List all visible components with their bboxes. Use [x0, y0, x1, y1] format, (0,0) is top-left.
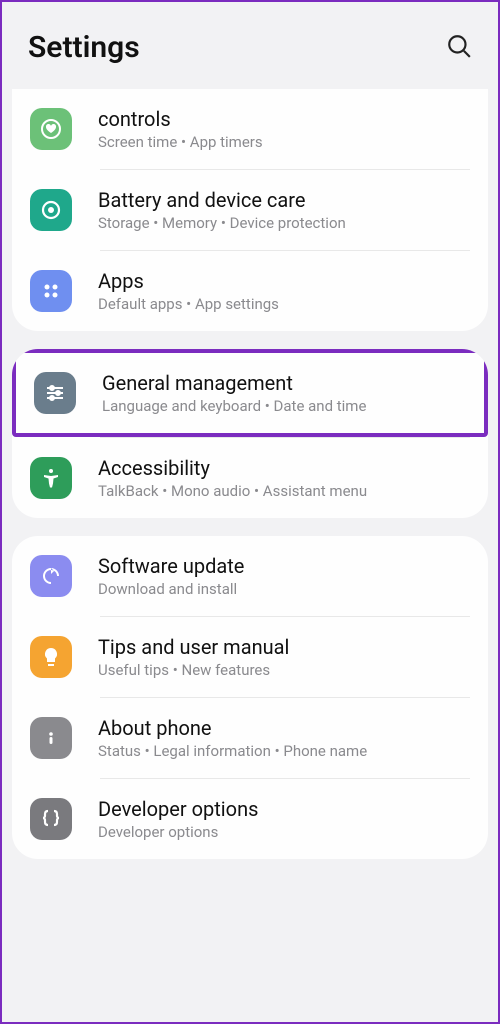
battery-care-icon [30, 189, 72, 231]
settings-group: Software update Download and install Tip… [12, 536, 488, 859]
item-text: General management Language and keyboard… [102, 371, 470, 415]
item-text: Battery and device care Storage • Memory… [98, 188, 474, 232]
settings-item-apps[interactable]: Apps Default apps • App settings [12, 251, 488, 331]
item-title: Accessibility [98, 456, 474, 480]
settings-group: controls Screen time • App timers Batter… [12, 89, 488, 331]
search-button[interactable] [446, 33, 472, 63]
header: Settings [2, 2, 498, 83]
braces-icon [30, 798, 72, 840]
info-icon [30, 717, 72, 759]
item-subtitle: Developer options [98, 823, 474, 841]
accessibility-icon [30, 457, 72, 499]
lightbulb-icon [30, 636, 72, 678]
sliders-icon [34, 372, 76, 414]
item-text: Accessibility TalkBack • Mono audio • As… [98, 456, 474, 500]
item-title: controls [98, 107, 474, 131]
item-subtitle: Screen time • App timers [98, 133, 474, 151]
item-text: controls Screen time • App timers [98, 107, 474, 151]
settings-item-developer-options[interactable]: Developer options Developer options [12, 779, 488, 859]
item-subtitle: Download and install [98, 580, 474, 598]
item-subtitle: Language and keyboard • Date and time [102, 397, 470, 415]
settings-item-battery[interactable]: Battery and device care Storage • Memory… [12, 170, 488, 250]
item-subtitle: Status • Legal information • Phone name [98, 742, 474, 760]
item-subtitle: Useful tips • New features [98, 661, 474, 679]
item-title: Battery and device care [98, 188, 474, 212]
item-subtitle: TalkBack • Mono audio • Assistant menu [98, 482, 474, 500]
item-text: Developer options Developer options [98, 797, 474, 841]
item-text: Apps Default apps • App settings [98, 269, 474, 313]
settings-item-tips[interactable]: Tips and user manual Useful tips • New f… [12, 617, 488, 697]
item-text: Tips and user manual Useful tips • New f… [98, 635, 474, 679]
page-title: Settings [28, 30, 140, 65]
item-title: Apps [98, 269, 474, 293]
settings-item-general-management[interactable]: General management Language and keyboard… [12, 349, 488, 437]
item-text: About phone Status • Legal information •… [98, 716, 474, 760]
item-title: Tips and user manual [98, 635, 474, 659]
item-title: Developer options [98, 797, 474, 821]
settings-item-controls[interactable]: controls Screen time • App timers [12, 89, 488, 169]
item-title: Software update [98, 554, 474, 578]
heart-circle-icon [30, 108, 72, 150]
apps-grid-icon [30, 270, 72, 312]
item-title: General management [102, 371, 470, 395]
item-subtitle: Storage • Memory • Device protection [98, 214, 474, 232]
item-title: About phone [98, 716, 474, 740]
item-text: Software update Download and install [98, 554, 474, 598]
settings-item-about-phone[interactable]: About phone Status • Legal information •… [12, 698, 488, 778]
settings-item-software-update[interactable]: Software update Download and install [12, 536, 488, 616]
item-subtitle: Default apps • App settings [98, 295, 474, 313]
update-icon [30, 555, 72, 597]
settings-item-accessibility[interactable]: Accessibility TalkBack • Mono audio • As… [12, 438, 488, 518]
settings-group: General management Language and keyboard… [12, 349, 488, 518]
search-icon [446, 33, 472, 59]
